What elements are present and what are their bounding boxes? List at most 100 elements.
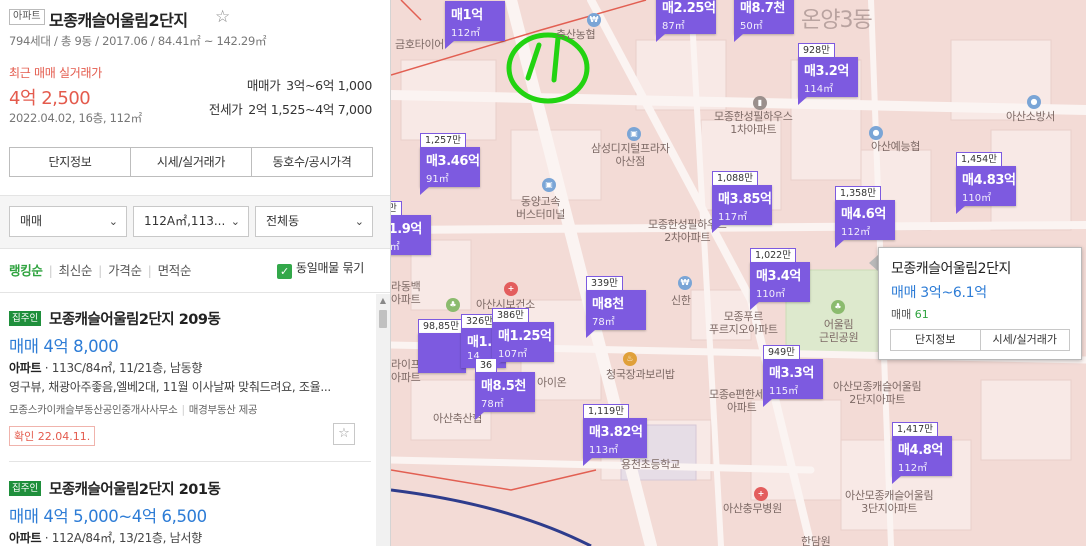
sort-latest[interactable]: 최신순 [59, 263, 93, 278]
complex-tab-buttons: 단지정보 시세/실거래가 동호수/공시가격 [9, 147, 373, 177]
price-marker-box: 매3.3억 115㎡ [763, 359, 823, 399]
bus-terminal-icon[interactable]: ▣ [542, 178, 556, 192]
poi-label[interactable]: 아산충무병원 [723, 502, 782, 515]
poi-label[interactable]: 한담원 [801, 535, 831, 546]
price-per-pyeong: 386만 [492, 308, 529, 323]
price-marker-box: 매1억 112㎡ [445, 1, 505, 41]
poi-label[interactable]: 용천초등학교 [621, 458, 680, 471]
poi-label[interactable]: 아산소방서 [1006, 110, 1055, 123]
listing-title[interactable]: 모종캐슬어울림2단지 209동 [49, 308, 221, 329]
jeonse-price-range: 전세가 2억 1,525~4억 7,000 [209, 99, 372, 118]
type-badge: 아파트 [9, 9, 45, 25]
listing-item[interactable]: 집주인 모종캐슬어울림2단지 209동 매매 4억 8,000 아파트 · 11… [9, 308, 371, 448]
listing-item[interactable]: 집주인 모종캐슬어울림2단지 201동 매매 4억 5,000~4억 6,500… [9, 478, 371, 546]
sort-area[interactable]: 면적순 [158, 263, 192, 278]
price-marker-box: 매2.25억 87㎡ [656, 0, 716, 34]
price-marker-box: 매8천 78㎡ [586, 290, 646, 330]
price-per-pyeong: 1,417만 [892, 422, 938, 437]
listing-spec: 아파트 · 112A/84㎡, 13/21층, 남서향 [9, 531, 202, 545]
merge-same-listings-toggle[interactable]: ✓ 동일매물 묶기 [277, 259, 364, 279]
fire-station-icon[interactable]: ● [1027, 95, 1041, 109]
park-icon[interactable]: ♣ [446, 298, 460, 312]
chevron-down-icon: ⌄ [354, 215, 364, 228]
sort-price[interactable]: 가격순 [108, 263, 142, 278]
popup-market-price-button[interactable]: 시세/실거래가 [981, 330, 1070, 350]
poi-label[interactable]: 삼성디지털프라자 아산점 [591, 142, 670, 168]
shop-icon[interactable]: ▣ [627, 127, 641, 141]
popup-buttons: 단지정보 시세/실거래가 [890, 329, 1070, 351]
listing-title[interactable]: 모종캐슬어울림2단지 201동 [49, 478, 221, 499]
poi-label[interactable]: 금호타이어 [395, 38, 444, 51]
poi-label[interactable]: 어울림 근린공원 [819, 318, 859, 344]
price-marker-box: 매3.46억 91㎡ [420, 147, 480, 187]
price-marker-box: 매3.4억 110㎡ [750, 262, 810, 302]
poi-label[interactable]: 아산모종캐슬어울림 2단지아파트 [833, 380, 922, 406]
owner-badge: 집주인 [9, 481, 42, 496]
hospital-icon[interactable]: + [754, 487, 768, 501]
health-center-icon[interactable]: + [504, 282, 518, 296]
sort-ranking[interactable]: 랭킹순 [9, 263, 43, 278]
poi-label[interactable]: 모종푸르 푸르지오아파트 [709, 310, 778, 336]
sale-price-range: 매매가 3억~6억 1,000 [247, 75, 372, 94]
market-price-button[interactable]: 시세/실거래가 [131, 148, 252, 176]
scroll-thumb[interactable] [379, 310, 387, 328]
popup-title: 모종캐슬어울림2단지 [891, 261, 1011, 277]
merge-label: 동일매물 묶기 [296, 261, 364, 275]
price-per-pyeong: 339만 [586, 276, 623, 291]
listing-spec: 아파트 · 113C/84㎡, 11/21층, 남동향 [9, 361, 203, 375]
price-per-pyeong: 1,257만 [420, 133, 466, 148]
popup-complex-info-button[interactable]: 단지정보 [891, 330, 981, 350]
poi-label[interactable]: 청국장과보리밥 [606, 368, 675, 381]
price-per-pyeong: 98,85만 [418, 319, 464, 334]
bank-icon[interactable]: ₩ [587, 13, 601, 27]
checkbox-checked-icon[interactable]: ✓ [277, 264, 292, 279]
jeonse-range-value: 2억 1,525~4억 7,000 [248, 102, 372, 117]
price-marker-box: 매3.2억 114㎡ [798, 57, 858, 97]
poi-label[interactable]: 아산모종캐슬어울림 3단지아파트 [845, 489, 934, 515]
scroll-up-arrow-icon[interactable]: ▲ [376, 294, 390, 308]
poi-label[interactable]: 축산농협 [556, 28, 596, 41]
poi-label[interactable]: 아이온 [537, 376, 567, 389]
complex-meta: 794세대 / 총 9동 / 2017.06 / 84.41㎡ ~ 142.29… [9, 34, 267, 48]
price-marker-box: 매4.83억 110㎡ [956, 166, 1016, 206]
nursery-icon[interactable]: ● [869, 126, 883, 140]
restaurant-icon[interactable]: ♨ [623, 352, 637, 366]
price-per-pyeong: 928만 [798, 43, 835, 58]
dong-label: 온양3동 [801, 8, 873, 33]
favorite-listing-button[interactable]: ☆ [333, 423, 355, 445]
poi-label[interactable]: 모종한성필하우스 1차아파트 [714, 110, 793, 136]
chevron-down-icon: ⌄ [230, 215, 240, 228]
popup-listing-count: 매매 61 [891, 308, 929, 321]
recent-trade-detail: 2022.04.02, 16층, 112㎡ [9, 111, 142, 125]
poi-label[interactable]: 동양고속 버스터미널 [516, 195, 565, 221]
divider [0, 248, 390, 249]
area-select[interactable]: 112A㎡,113... ⌄ [133, 206, 249, 237]
sort-options: 랭킹순 | 최신순 | 가격순 | 면적순 [9, 263, 192, 278]
complex-panel: 아파트 모종캐슬어울림2단지 ☆ 794세대 / 총 9동 / 2017.06 … [0, 0, 391, 546]
price-marker-box: 매1.25억 107㎡ [492, 322, 554, 362]
unit-price-button[interactable]: 동호수/공시가격 [252, 148, 372, 176]
poi-label[interactable]: 라동백 아파트 [391, 280, 421, 306]
price-per-pyeong: 1,088만 [712, 171, 758, 186]
park-icon[interactable]: ♣ [831, 300, 845, 314]
bank-icon[interactable]: ₩ [678, 276, 692, 290]
listing-list: 집주인 모종캐슬어울림2단지 209동 매매 4억 8,000 아파트 · 11… [0, 292, 390, 546]
apartment-icon[interactable]: ▮ [753, 96, 767, 110]
trade-type-select[interactable]: 매매 ⌄ [9, 206, 127, 237]
price-marker-box: 매4.8억 112㎡ [892, 436, 952, 476]
green-annotation [506, 32, 590, 104]
poi-label[interactable]: 신한 [671, 294, 691, 307]
poi-label[interactable]: 아산예능협 [871, 140, 920, 153]
owner-badge: 집주인 [9, 311, 42, 326]
price-per-pyeong: 1,119만 [583, 404, 629, 419]
confirmed-date-badge: 확인 22.04.11. [9, 426, 96, 446]
divider [9, 461, 371, 462]
dong-select[interactable]: 전체동 ⌄ [255, 206, 373, 237]
map-view[interactable]: 온양3동 금호타이어 축산농협 동양고속 버스터미널 삼성디지털프라자 아산점 … [391, 0, 1086, 546]
favorite-star-icon[interactable]: ☆ [215, 7, 230, 27]
complex-info-button[interactable]: 단지정보 [10, 148, 131, 176]
listing-price: 매매 4억 8,000 [9, 337, 119, 356]
popup-price-range: 매매 3억~6.1억 [891, 285, 987, 301]
listing-description: 영구뷰, 채광아주좋음,엘베2대, 11월 이사날짜 맞춰드려요, 조율... [9, 380, 331, 394]
listing-scrollbar[interactable]: ▲ [376, 294, 390, 546]
